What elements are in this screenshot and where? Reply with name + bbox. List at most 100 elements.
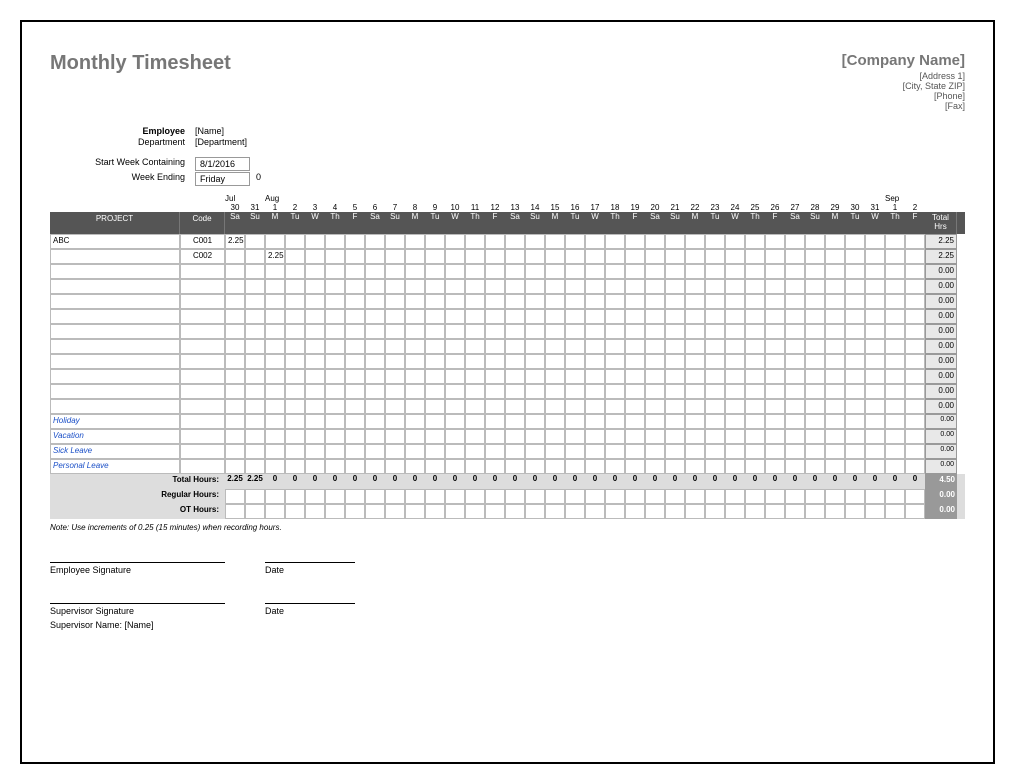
project-cell[interactable] bbox=[50, 279, 180, 294]
hours-cell[interactable] bbox=[385, 279, 405, 294]
hours-cell[interactable] bbox=[445, 309, 465, 324]
leave-hours-cell[interactable] bbox=[585, 429, 605, 444]
leave-code-cell[interactable] bbox=[180, 429, 225, 444]
hours-cell[interactable] bbox=[545, 309, 565, 324]
hours-cell[interactable] bbox=[725, 384, 745, 399]
hours-cell[interactable] bbox=[685, 339, 705, 354]
ot-hours-cell[interactable] bbox=[785, 504, 805, 519]
hours-cell[interactable] bbox=[345, 354, 365, 369]
hours-cell[interactable] bbox=[905, 294, 925, 309]
hours-cell[interactable] bbox=[705, 324, 725, 339]
hours-cell[interactable] bbox=[345, 399, 365, 414]
hours-cell[interactable] bbox=[365, 369, 385, 384]
hours-cell[interactable] bbox=[665, 294, 685, 309]
hours-cell[interactable] bbox=[465, 399, 485, 414]
hours-cell[interactable] bbox=[285, 294, 305, 309]
hours-cell[interactable] bbox=[445, 339, 465, 354]
hours-cell[interactable] bbox=[765, 309, 785, 324]
hours-cell[interactable] bbox=[465, 279, 485, 294]
hours-cell[interactable] bbox=[625, 234, 645, 249]
hours-cell[interactable] bbox=[385, 399, 405, 414]
leave-hours-cell[interactable] bbox=[885, 414, 905, 429]
hours-cell[interactable] bbox=[305, 294, 325, 309]
hours-cell[interactable] bbox=[385, 339, 405, 354]
hours-cell[interactable] bbox=[445, 324, 465, 339]
hours-cell[interactable] bbox=[285, 324, 305, 339]
hours-cell[interactable] bbox=[625, 369, 645, 384]
leave-hours-cell[interactable] bbox=[425, 459, 445, 474]
leave-hours-cell[interactable] bbox=[325, 429, 345, 444]
leave-hours-cell[interactable] bbox=[745, 414, 765, 429]
hours-cell[interactable] bbox=[905, 309, 925, 324]
hours-cell[interactable] bbox=[525, 264, 545, 279]
hours-cell[interactable] bbox=[885, 399, 905, 414]
hours-cell[interactable] bbox=[345, 264, 365, 279]
hours-cell[interactable] bbox=[785, 369, 805, 384]
hours-cell[interactable] bbox=[485, 309, 505, 324]
leave-hours-cell[interactable] bbox=[525, 444, 545, 459]
hours-cell[interactable] bbox=[525, 324, 545, 339]
hours-cell[interactable] bbox=[305, 234, 325, 249]
hours-cell[interactable] bbox=[865, 309, 885, 324]
leave-hours-cell[interactable] bbox=[385, 429, 405, 444]
hours-cell[interactable] bbox=[605, 294, 625, 309]
regular-hours-cell[interactable] bbox=[525, 489, 545, 504]
leave-hours-cell[interactable] bbox=[445, 414, 465, 429]
hours-cell[interactable] bbox=[845, 384, 865, 399]
hours-cell[interactable] bbox=[625, 324, 645, 339]
leave-hours-cell[interactable] bbox=[665, 429, 685, 444]
leave-hours-cell[interactable] bbox=[885, 429, 905, 444]
hours-cell[interactable] bbox=[665, 384, 685, 399]
hours-cell[interactable] bbox=[405, 279, 425, 294]
hours-cell[interactable] bbox=[765, 234, 785, 249]
leave-hours-cell[interactable] bbox=[325, 414, 345, 429]
regular-hours-cell[interactable] bbox=[285, 489, 305, 504]
hours-cell[interactable] bbox=[325, 354, 345, 369]
leave-hours-cell[interactable] bbox=[785, 459, 805, 474]
regular-hours-cell[interactable] bbox=[345, 489, 365, 504]
ot-hours-cell[interactable] bbox=[765, 504, 785, 519]
hours-cell[interactable] bbox=[865, 324, 885, 339]
leave-hours-cell[interactable] bbox=[565, 459, 585, 474]
hours-cell[interactable] bbox=[845, 369, 865, 384]
hours-cell[interactable] bbox=[365, 339, 385, 354]
leave-hours-cell[interactable] bbox=[625, 414, 645, 429]
regular-hours-cell[interactable] bbox=[885, 489, 905, 504]
hours-cell[interactable] bbox=[865, 294, 885, 309]
hours-cell[interactable] bbox=[285, 384, 305, 399]
leave-hours-cell[interactable] bbox=[805, 444, 825, 459]
hours-cell[interactable] bbox=[845, 294, 865, 309]
hours-cell[interactable] bbox=[565, 264, 585, 279]
hours-cell[interactable] bbox=[785, 384, 805, 399]
hours-cell[interactable] bbox=[405, 234, 425, 249]
hours-cell[interactable] bbox=[285, 264, 305, 279]
hours-cell[interactable] bbox=[685, 234, 705, 249]
hours-cell[interactable] bbox=[865, 234, 885, 249]
ot-hours-cell[interactable] bbox=[625, 504, 645, 519]
hours-cell[interactable] bbox=[605, 264, 625, 279]
code-cell[interactable] bbox=[180, 354, 225, 369]
hours-cell[interactable] bbox=[905, 384, 925, 399]
leave-hours-cell[interactable] bbox=[625, 459, 645, 474]
hours-cell[interactable] bbox=[505, 339, 525, 354]
hours-cell[interactable] bbox=[745, 384, 765, 399]
code-cell[interactable]: C002 bbox=[180, 249, 225, 264]
leave-hours-cell[interactable] bbox=[325, 444, 345, 459]
project-cell[interactable] bbox=[50, 324, 180, 339]
leave-code-cell[interactable] bbox=[180, 459, 225, 474]
hours-cell[interactable] bbox=[305, 279, 325, 294]
hours-cell[interactable] bbox=[745, 369, 765, 384]
leave-hours-cell[interactable] bbox=[605, 444, 625, 459]
hours-cell[interactable] bbox=[705, 279, 725, 294]
leave-hours-cell[interactable] bbox=[905, 444, 925, 459]
hours-cell[interactable] bbox=[825, 279, 845, 294]
hours-cell[interactable] bbox=[285, 234, 305, 249]
leave-hours-cell[interactable] bbox=[785, 429, 805, 444]
hours-cell[interactable] bbox=[505, 294, 525, 309]
regular-hours-cell[interactable] bbox=[685, 489, 705, 504]
hours-cell[interactable] bbox=[565, 234, 585, 249]
hours-cell[interactable] bbox=[405, 324, 425, 339]
hours-cell[interactable] bbox=[725, 399, 745, 414]
ot-hours-cell[interactable] bbox=[665, 504, 685, 519]
leave-hours-cell[interactable] bbox=[685, 414, 705, 429]
